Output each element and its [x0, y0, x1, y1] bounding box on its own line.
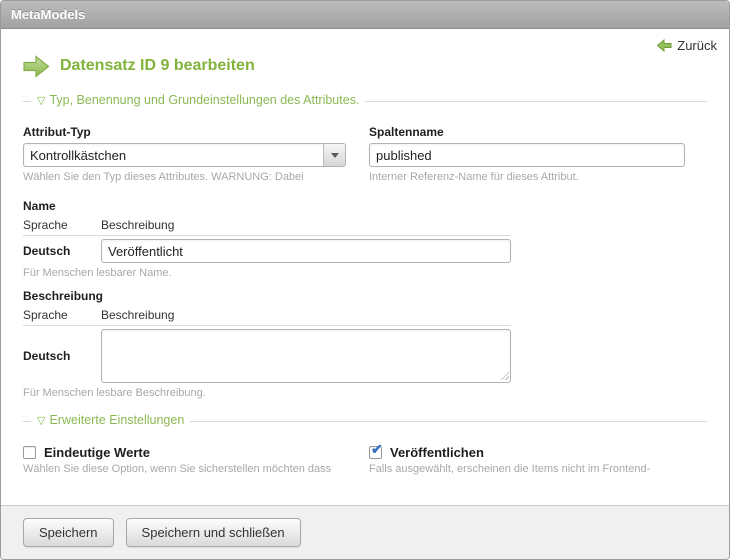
- column-name-label: Spaltenname: [369, 125, 444, 139]
- heading-arrow-icon: [23, 54, 50, 78]
- attribute-type-label: Attribut-Typ: [23, 125, 91, 139]
- name-input[interactable]: [101, 239, 511, 263]
- section-advanced-legend-label: Erweiterte Einstellungen: [49, 413, 185, 427]
- description-group-label: Beschreibung: [23, 289, 104, 303]
- description-help: Für Menschen lesbare Beschreibung.: [23, 387, 206, 399]
- page-title: Datensatz ID 9 bearbeiten: [60, 57, 255, 74]
- description-header-value: Beschreibung: [101, 308, 175, 322]
- type-column-row: Attribut-Typ Kontrollkästchen Wählen Sie…: [23, 125, 707, 183]
- unique-values-help: Wählen Sie diese Option, wenn Sie sicher…: [23, 463, 332, 475]
- page-heading: Datensatz ID 9 bearbeiten: [23, 53, 707, 79]
- back-arrow-icon: [657, 39, 672, 52]
- published-label[interactable]: Veröffentlichen: [390, 445, 484, 460]
- name-table-header: Sprache Beschreibung: [23, 218, 511, 236]
- unique-values-checkbox[interactable]: [23, 446, 36, 459]
- description-header-language: Sprache: [23, 308, 68, 322]
- checkbox-row: Eindeutige Werte Wählen Sie diese Option…: [23, 441, 707, 475]
- back-link[interactable]: Zurück: [657, 38, 717, 53]
- name-row-language: Deutsch: [23, 244, 71, 258]
- metamodels-window: MetaModels Zurück Datensatz ID 9 bearbei…: [0, 0, 730, 560]
- section-advanced-legend-row: ▽ Erweiterte Einstellungen: [23, 413, 707, 429]
- attribute-type-help: Wählen Sie den Typ dieses Attributes. WA…: [23, 171, 304, 183]
- name-language-table: Sprache Beschreibung Deutsch: [23, 218, 511, 263]
- unique-values-field: Eindeutige Werte Wählen Sie diese Option…: [23, 445, 346, 475]
- name-group-label: Name: [23, 199, 56, 213]
- unique-values-label[interactable]: Eindeutige Werte: [44, 445, 150, 460]
- description-field-group: Beschreibung Sprache Beschreibung Deutsc…: [23, 289, 707, 399]
- name-table-row: Deutsch: [23, 239, 511, 263]
- collapse-triangle-icon: ▽: [37, 95, 46, 107]
- column-name-help: Interner Referenz-Name für dieses Attrib…: [369, 171, 579, 183]
- attribute-type-select[interactable]: Kontrollkästchen: [23, 143, 346, 167]
- back-link-label: Zurück: [677, 38, 717, 53]
- description-row-language: Deutsch: [23, 349, 71, 363]
- published-field: Veröffentlichen Falls ausgewählt, ersche…: [369, 441, 685, 475]
- edit-form: Zurück Datensatz ID 9 bearbeiten ▽Typ,: [1, 29, 729, 505]
- attribute-type-selected-value: Kontrollkästchen: [30, 148, 127, 163]
- select-dropdown-button[interactable]: [323, 144, 345, 166]
- description-language-table: Sprache Beschreibung Deutsch: [23, 308, 511, 383]
- save-close-button[interactable]: Speichern und schließen: [125, 518, 301, 547]
- column-name-input[interactable]: [369, 143, 685, 167]
- save-button[interactable]: Speichern: [23, 518, 114, 547]
- name-field-group: Name Sprache Beschreibung Deutsch Für Me…: [23, 199, 707, 279]
- description-textarea[interactable]: [101, 329, 511, 383]
- section-basic-legend[interactable]: ▽ Typ, Benennung und Grundeinstellungen d…: [31, 93, 366, 107]
- app-title: MetaModels: [1, 1, 729, 29]
- name-help: Für Menschen lesbarer Name.: [23, 267, 172, 279]
- section-basic-legend-row: ▽ Typ, Benennung und Grundeinstellungen d…: [23, 93, 707, 109]
- published-checkbox[interactable]: [369, 441, 383, 459]
- collapse-triangle-icon: ▽: [37, 415, 46, 427]
- name-header-value: Beschreibung: [101, 218, 175, 232]
- section-advanced-legend[interactable]: ▽ Erweiterte Einstellungen: [31, 413, 191, 427]
- chevron-down-icon: [330, 152, 339, 158]
- form-footer: Speichern Speichern und schließen: [1, 505, 729, 559]
- description-table-header: Sprache Beschreibung: [23, 308, 511, 326]
- description-table-row: Deutsch: [23, 329, 511, 383]
- column-name-field: Spaltenname Interner Referenz-Name für d…: [369, 125, 685, 183]
- published-help: Falls ausgewählt, erscheinen die Items n…: [369, 463, 651, 475]
- section-basic-legend-label: Typ, Benennung und Grundeinstellungen de…: [49, 93, 360, 107]
- name-header-language: Sprache: [23, 218, 68, 232]
- attribute-type-field: Attribut-Typ Kontrollkästchen Wählen Sie…: [23, 125, 346, 183]
